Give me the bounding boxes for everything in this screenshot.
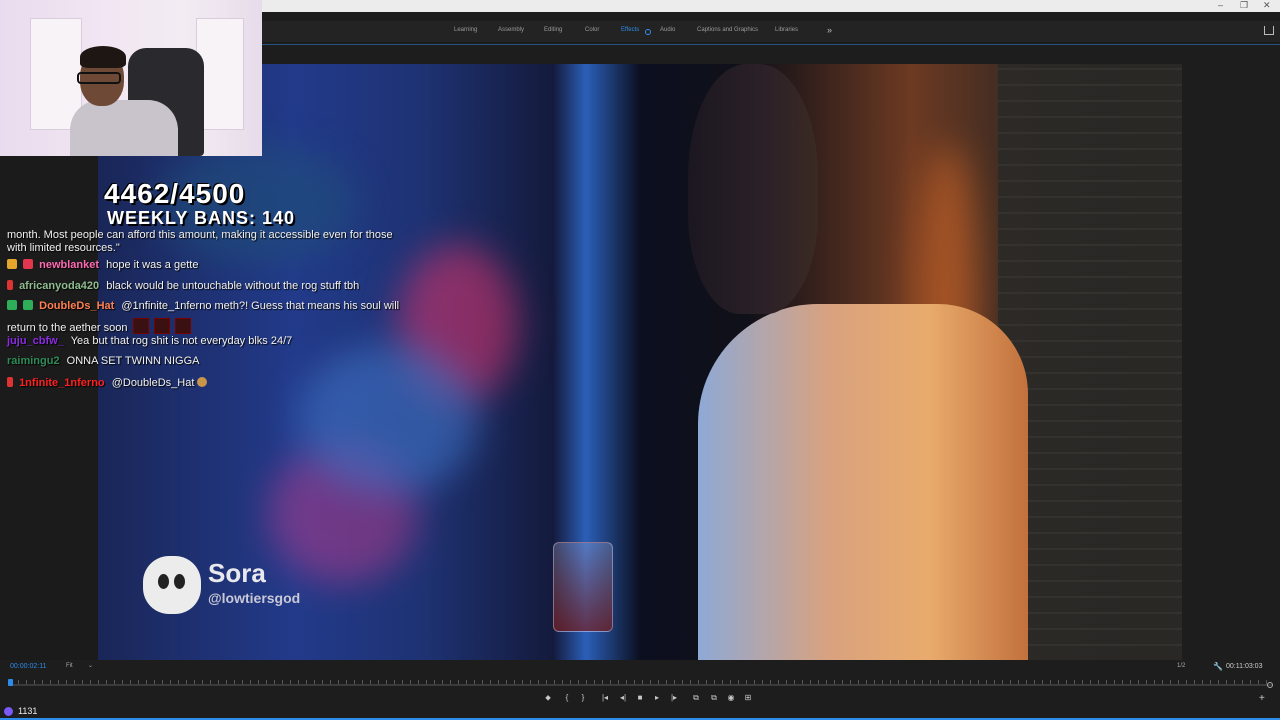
- gift-icon: [23, 300, 34, 310]
- overwrite-button[interactable]: ⧉: [708, 693, 720, 703]
- chat-message: month. Most people can afford this amoun…: [7, 229, 393, 241]
- chat-text: hope it was a gette: [106, 259, 199, 271]
- tab-effects[interactable]: Effects: [621, 27, 639, 33]
- chat-message: juju_cbfw_ Yea but that rog shit is not …: [7, 335, 292, 347]
- workspace-bar: [262, 21, 1280, 43]
- person-head: [688, 64, 818, 314]
- step-back-button[interactable]: ◂|: [617, 693, 629, 702]
- go-to-out-button[interactable]: |▸: [668, 693, 680, 702]
- chat-text: Yea but that rog shit is not everyday bl…: [70, 335, 293, 347]
- button-editor-add-button[interactable]: +: [1259, 693, 1265, 704]
- share-icon[interactable]: [1264, 26, 1274, 35]
- mark-in-button[interactable]: {: [561, 693, 573, 702]
- chat-message: raimingu2 ONNA SET TWINN NIGGA: [7, 355, 199, 367]
- streamer-body: [70, 100, 178, 156]
- badge-icon: [7, 300, 17, 310]
- neon-light: [298, 344, 478, 494]
- tab-captions-and-graphics[interactable]: Captions and Graphics: [697, 27, 758, 33]
- panel-divider: [262, 44, 1280, 45]
- emote-icon: [132, 318, 149, 334]
- tab-audio[interactable]: Audio: [660, 27, 675, 33]
- maximize-button[interactable]: ❐: [1240, 0, 1248, 11]
- viewer-count-icon: [4, 707, 13, 716]
- title-bar: [262, 0, 1280, 12]
- stop-button[interactable]: ■: [634, 693, 646, 702]
- person-shirt: [698, 304, 1028, 660]
- logo-eye: [158, 574, 169, 589]
- play-button[interactable]: ▸: [651, 693, 663, 702]
- chat-username[interactable]: DoubleDs_Hat: [39, 300, 114, 312]
- chat-text: @DoubleDs_Hat: [111, 377, 195, 389]
- minimize-button[interactable]: –: [1218, 0, 1223, 11]
- tab-libraries[interactable]: Libraries: [775, 27, 798, 33]
- tab-color[interactable]: Color: [585, 27, 599, 33]
- export-frame-button[interactable]: ◉: [725, 693, 737, 702]
- chat-username[interactable]: africanyoda420: [19, 280, 99, 292]
- chevron-down-icon[interactable]: ⌄: [88, 662, 93, 669]
- scrub-end-handle[interactable]: [1267, 682, 1273, 688]
- tab-assembly[interactable]: Assembly: [498, 27, 524, 33]
- chat-text: return to the aether soon: [7, 322, 128, 334]
- chat-text: with limited resources.": [7, 242, 120, 254]
- ban-counter: 4462/4500: [104, 178, 246, 209]
- duration-timecode: 00:11:03:03: [1226, 663, 1263, 670]
- emoji-icon: [197, 377, 208, 387]
- heart-icon: [23, 259, 34, 269]
- watermark-name: Sora: [208, 558, 266, 588]
- whiskey-glass: [553, 542, 613, 632]
- chat-text: month. Most people can afford this amoun…: [7, 229, 393, 241]
- chat-message: 1nfinite_1nferno @DoubleDs_Hat: [7, 377, 210, 389]
- chat-username[interactable]: 1nfinite_1nferno: [19, 377, 105, 389]
- chat-message: DoubleDs_Hat @1nfinite_1nferno meth?! Gu…: [7, 300, 399, 312]
- viewer-count: 1131: [18, 706, 38, 716]
- watermark-handle: @lowtiersgod: [208, 590, 301, 606]
- chat-message: africanyoda420 black would be untouchabl…: [7, 280, 359, 292]
- webcam-overlay: [0, 0, 262, 156]
- mark-out-button[interactable]: }: [577, 693, 589, 702]
- chat-message: with limited resources.": [7, 242, 120, 254]
- zoom-fit-select[interactable]: Fit: [66, 663, 73, 669]
- logo-eye: [174, 574, 185, 589]
- weekly-bans: WEEKLY BANS: 140: [107, 208, 296, 228]
- chat-text: @1nfinite_1nferno meth?! Guess that mean…: [121, 300, 400, 312]
- streamer-hair: [80, 46, 126, 68]
- scrub-ticks: [10, 680, 1272, 684]
- badge-icon: [7, 280, 13, 290]
- close-button[interactable]: ✕: [1263, 0, 1271, 11]
- current-timecode[interactable]: 00:00:02:11: [10, 663, 46, 670]
- insert-button[interactable]: ⧉: [690, 693, 702, 703]
- workspace-menu-icon[interactable]: [645, 29, 651, 35]
- chat-message: newblanket hope it was a gette: [7, 259, 198, 271]
- scrub-bar[interactable]: [10, 684, 1272, 686]
- chat-username[interactable]: newblanket: [39, 259, 99, 271]
- chat-username[interactable]: juju_cbfw_: [7, 335, 64, 347]
- emote-icon: [174, 318, 191, 334]
- tab-editing[interactable]: Editing: [544, 27, 562, 33]
- tab-learning[interactable]: Learning: [454, 27, 477, 33]
- playhead[interactable]: [8, 679, 13, 686]
- badge-icon: [7, 377, 13, 387]
- chat-text: ONNA SET TWINN NIGGA: [66, 355, 200, 367]
- resolution-select[interactable]: 1/2: [1177, 663, 1185, 669]
- chat-username[interactable]: raimingu2: [7, 355, 60, 367]
- program-monitor-controls: [0, 660, 1280, 720]
- chat-text: black would be untouchable without the r…: [106, 280, 360, 292]
- badge-icon: [7, 259, 17, 269]
- settings-wrench-icon[interactable]: 🔧: [1213, 662, 1223, 671]
- glasses: [77, 72, 121, 84]
- emote-icon: [153, 318, 170, 334]
- sora-logo-icon: [143, 556, 201, 614]
- go-to-in-button[interactable]: |◂: [599, 693, 611, 702]
- chat-message: return to the aether soon: [7, 318, 191, 334]
- comparison-view-button[interactable]: ⊞: [742, 693, 754, 702]
- add-marker-button[interactable]: ⬥: [542, 693, 554, 703]
- more-workspaces-icon[interactable]: »: [827, 25, 832, 35]
